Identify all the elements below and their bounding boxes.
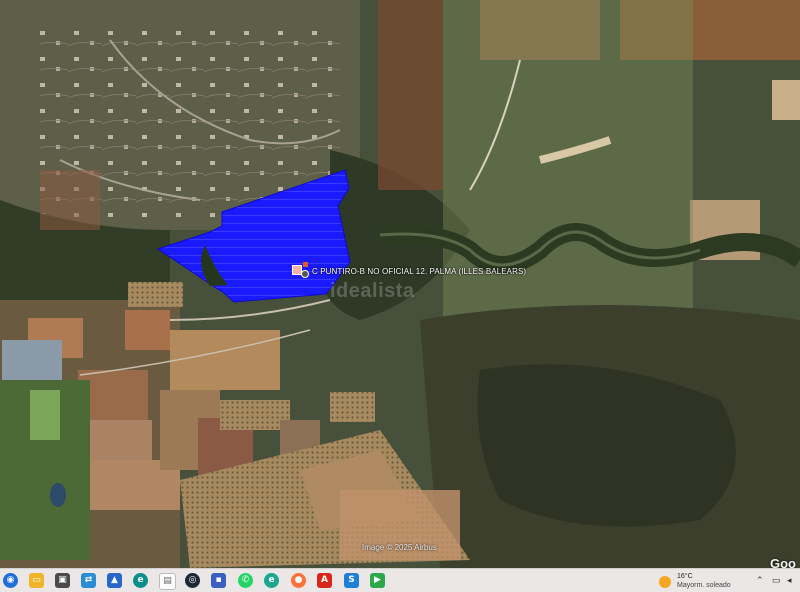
steam-icon[interactable]: ◎ <box>185 573 200 588</box>
taskbar: ◉ ▭ ▣ ⇄ ▲ e ▤ ◎ ▪ ✆ e ● A S ▶ 16°C Mayor… <box>0 568 800 592</box>
chevron-up-icon[interactable]: ⌃ <box>756 574 764 587</box>
address-label: C PUNTIRO-B NO OFICIAL 12. PALMA (ILLES … <box>312 267 527 276</box>
save-icon[interactable]: ▪ <box>211 573 226 588</box>
location-pin-icon[interactable] <box>301 270 309 278</box>
imagery-copyright: Image © 2025 Airbus <box>362 543 437 552</box>
start-icon[interactable]: ◉ <box>3 573 18 588</box>
firefox-icon[interactable]: ● <box>291 573 306 588</box>
whatsapp-icon[interactable]: ✆ <box>238 573 253 588</box>
window-icon[interactable]: ▣ <box>55 573 70 588</box>
network-tray-icon[interactable]: ▭ <box>772 574 781 587</box>
weather-temperature: 16°C <box>677 573 693 580</box>
property-marker-accent <box>303 262 308 267</box>
photos-icon[interactable]: ▲ <box>107 573 122 588</box>
app-green-icon[interactable]: ▶ <box>370 573 385 588</box>
network-icon[interactable]: ⇄ <box>81 573 96 588</box>
app-s-icon[interactable]: S <box>344 573 359 588</box>
document-icon[interactable]: ▤ <box>159 573 176 590</box>
volume-icon[interactable]: ◂ <box>787 574 792 587</box>
sun-icon <box>659 576 671 588</box>
file-manager-icon[interactable]: ▭ <box>29 573 44 588</box>
weather-description: Mayorm. soleado <box>677 582 731 589</box>
provider-logo: Goo <box>770 556 796 568</box>
watermark: idealista <box>330 280 415 302</box>
edge-alt-icon[interactable]: e <box>264 573 279 588</box>
acrobat-icon[interactable]: A <box>317 573 332 588</box>
satellite-map[interactable]: C PUNTIRO-B NO OFICIAL 12. PALMA (ILLES … <box>0 0 800 568</box>
edge-icon[interactable]: e <box>133 573 148 588</box>
